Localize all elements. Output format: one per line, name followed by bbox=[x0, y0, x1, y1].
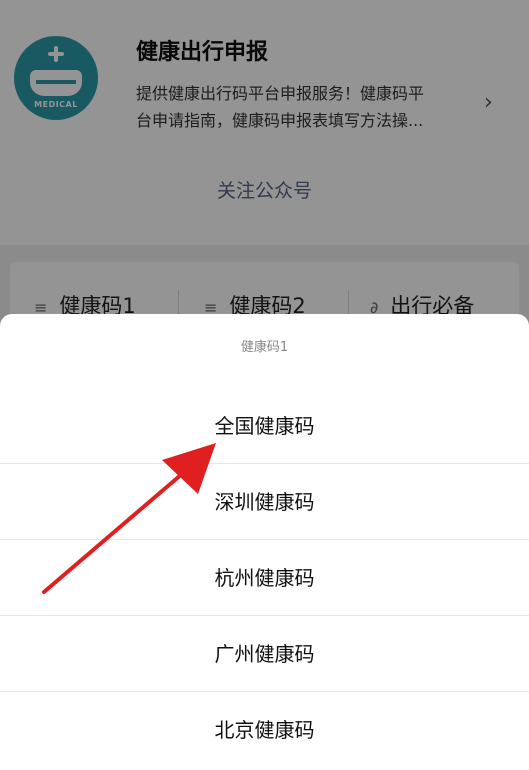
option-hangzhou-health-code[interactable]: 杭州健康码 bbox=[0, 540, 529, 616]
option-national-health-code[interactable]: 全国健康码 bbox=[0, 388, 529, 464]
action-sheet: 健康码1 全国健康码 深圳健康码 杭州健康码 广州健康码 北京健康码 bbox=[0, 314, 529, 770]
option-beijing-health-code[interactable]: 北京健康码 bbox=[0, 692, 529, 768]
option-guangzhou-health-code[interactable]: 广州健康码 bbox=[0, 616, 529, 692]
option-shenzhen-health-code[interactable]: 深圳健康码 bbox=[0, 464, 529, 540]
action-sheet-title: 健康码1 bbox=[240, 340, 289, 355]
